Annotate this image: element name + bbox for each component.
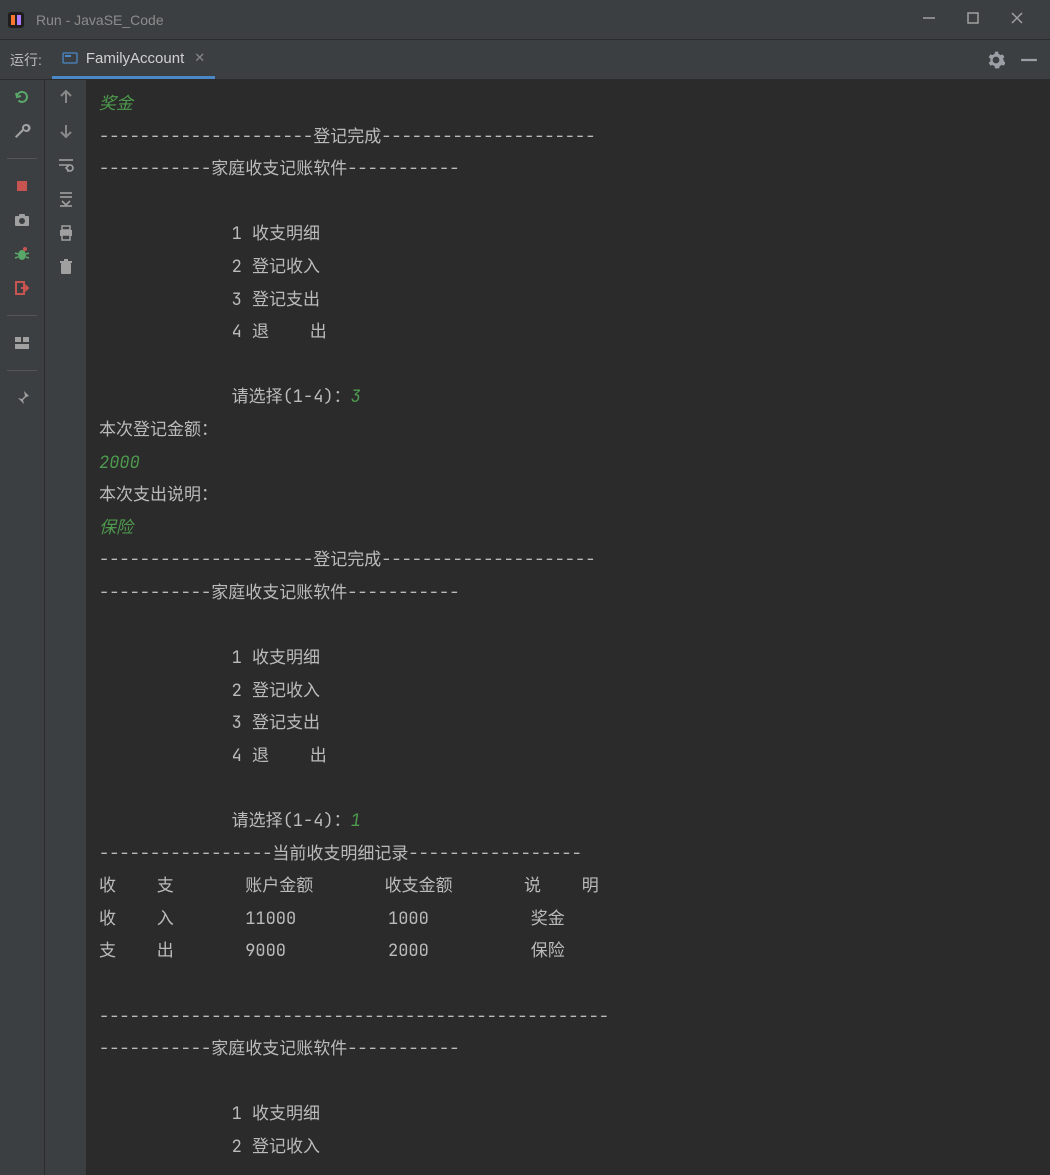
minimize-button[interactable] (922, 11, 936, 28)
run-actions-gutter (0, 80, 45, 1175)
console-input-text: 1 (351, 810, 361, 832)
soft-wrap-icon[interactable] (57, 156, 75, 174)
console-menu-item: 1 收支明细 (99, 223, 320, 245)
camera-icon[interactable] (13, 211, 31, 229)
console-menu-item: 2 登记收入 (99, 1136, 320, 1158)
run-config-icon (62, 50, 78, 66)
console-menu-item: 1 收支明细 (99, 1103, 320, 1125)
console-line: -----------家庭收支记账软件----------- (99, 582, 459, 604)
table-row: 收 入 11000 1000 奖金 (99, 908, 565, 930)
bug-icon[interactable] (13, 245, 31, 263)
print-icon[interactable] (57, 224, 75, 242)
run-tab-familyaccount[interactable]: FamilyAccount ✕ (52, 40, 215, 79)
close-tab-icon[interactable]: ✕ (194, 50, 205, 66)
console-line: 本次登记金额： (99, 419, 218, 441)
run-toolbar: 运行: FamilyAccount ✕ (0, 40, 1050, 80)
layout-icon[interactable] (13, 334, 31, 352)
console-line: -----------------当前收支明细记录---------------… (99, 843, 582, 865)
trash-icon[interactable] (57, 258, 75, 276)
titlebar: Run - JavaSE_Code (0, 0, 1050, 40)
console-menu-item: 1 收支明细 (99, 647, 320, 669)
console-actions-gutter (45, 80, 87, 1175)
stop-icon[interactable] (13, 177, 31, 195)
console-line: -----------家庭收支记账软件----------- (99, 158, 459, 180)
console-menu-item: 3 登记支出 (99, 712, 320, 734)
gear-icon[interactable] (987, 51, 1005, 69)
console-line: ----------------------------------------… (99, 1006, 609, 1028)
run-label: 运行: (0, 50, 52, 70)
console-input-text: 3 (351, 386, 361, 408)
console-prompt: 请选择(1-4)： (99, 386, 351, 408)
maximize-button[interactable] (966, 11, 980, 28)
console-line: -----------家庭收支记账软件----------- (99, 1038, 459, 1060)
console-input-text: 奖金 (99, 93, 133, 115)
run-tab-label: FamilyAccount (86, 50, 184, 67)
down-arrow-icon[interactable] (57, 122, 75, 140)
console-input-text: 保险 (99, 517, 133, 539)
up-arrow-icon[interactable] (57, 88, 75, 106)
console-line: ---------------------登记完成---------------… (99, 549, 595, 571)
table-header: 收 支 账户金额 收支金额 说 明 (99, 875, 599, 897)
scroll-to-end-icon[interactable] (57, 190, 75, 208)
console-input-text: 2000 (99, 452, 140, 474)
app-icon (6, 10, 26, 30)
console-menu-item: 3 登记支出 (99, 289, 320, 311)
pin-icon[interactable] (13, 389, 31, 407)
console-menu-item: 4 退 出 (99, 321, 327, 343)
rerun-icon[interactable] (13, 88, 31, 106)
console-menu-item: 4 退 出 (99, 745, 327, 767)
console-output[interactable]: 奖金 ---------------------登记完成------------… (87, 80, 1050, 1175)
window-title: Run - JavaSE_Code (36, 12, 164, 28)
console-menu-item: 2 登记收入 (99, 680, 320, 702)
table-row: 支 出 9000 2000 保险 (99, 940, 565, 962)
console-line: 本次支出说明： (99, 484, 218, 506)
wrench-icon[interactable] (13, 122, 31, 140)
console-line: ---------------------登记完成---------------… (99, 126, 595, 148)
hide-icon[interactable] (1020, 51, 1038, 69)
exit-icon[interactable] (13, 279, 31, 297)
console-prompt: 请选择(1-4)： (99, 810, 351, 832)
console-menu-item: 2 登记收入 (99, 256, 320, 278)
close-button[interactable] (1010, 11, 1024, 28)
